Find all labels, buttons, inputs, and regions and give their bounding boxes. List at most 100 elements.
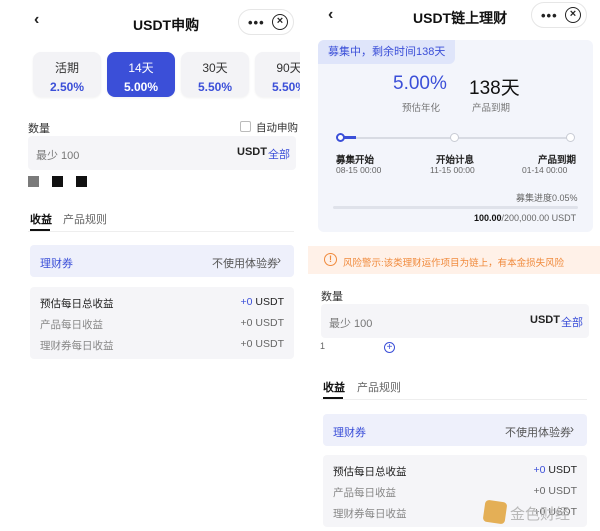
term-option-14-days[interactable]: 14天 5.00% [107, 52, 175, 97]
back-chevron-icon[interactable]: ‹ [34, 11, 39, 29]
days-to-maturity: 138天 [469, 78, 520, 99]
term-rate: 5.50% [271, 80, 300, 94]
term-name: 90天 [276, 61, 300, 75]
days-caption: 产品到期 [472, 103, 511, 114]
earnings-label: 预估每日总收益 [333, 466, 407, 478]
earnings-unit: USDT [252, 296, 284, 308]
stepper-value: 1 [320, 341, 326, 351]
earnings-row-total: 预估每日总收益 +0 USDT [333, 464, 577, 480]
mini-program-capsule: ••• × [238, 9, 294, 35]
redacted-block [52, 176, 63, 187]
term-option-30-days[interactable]: 30天 5.50% [181, 52, 249, 97]
term-rate: 5.00% [123, 80, 159, 94]
earnings-value: +0 USDT [534, 464, 577, 476]
product-info-card: 募集中，剩余时间138天 5.00% 预估年化 138天 产品到期 募集开始 0… [318, 40, 593, 232]
earnings-unit: USDT [545, 464, 577, 476]
redacted-block [28, 176, 39, 187]
milestone-name: 开始计息 [436, 155, 475, 166]
back-chevron-icon[interactable]: ‹ [328, 6, 333, 24]
earnings-value: +0 USDT [241, 296, 284, 308]
amount-label: 数量 [28, 123, 50, 135]
term-option-flexible[interactable]: 活期 2.50% [33, 52, 101, 97]
coupon-label: 理财券 [40, 258, 73, 270]
close-icon[interactable]: × [565, 7, 581, 23]
watermark-logo-icon [482, 499, 508, 525]
tab-product-rules[interactable]: 产品规则 [357, 379, 401, 395]
tab-earnings[interactable]: 收益 [323, 379, 345, 395]
term-rate: 5.50% [197, 80, 233, 94]
currency-unit: USDT [237, 146, 267, 158]
auto-subscribe-checkbox[interactable] [240, 121, 251, 132]
term-option-90-days[interactable]: 90天 5.50% [255, 52, 300, 97]
right-screen: ‹ USDT链上理财 ••• × 募集中，剩余时间138天 5.00% 预估年化… [308, 0, 600, 531]
milestone-name: 产品到期 [538, 155, 577, 166]
timeline-node-start [336, 133, 345, 142]
earnings-label: 预估每日总收益 [40, 298, 114, 310]
risk-warning-text: 风险警示:该类理财运作项目为链上，有本金损失风险 [343, 258, 565, 269]
earnings-label: 产品每日收益 [40, 319, 103, 331]
amount-label: 数量 [321, 291, 343, 303]
watermark-text: 金色财经 [510, 506, 571, 523]
earnings-row-total: 预估每日总收益 +0 USDT [40, 296, 284, 312]
milestone-date: 01-14 00:00 [522, 165, 568, 175]
coupon-selector[interactable]: 理财券 不使用体验券 › [30, 245, 294, 277]
milestone-name: 募集开始 [336, 155, 375, 166]
coupon-value: 不使用体验券 [505, 427, 571, 439]
timeline-node-interest [450, 133, 459, 142]
chevron-right-icon: › [570, 422, 574, 436]
timeline-node-maturity [566, 133, 575, 142]
amount-placeholder: 最少 100 [329, 318, 373, 330]
funding-progress-text: 募集进度0.05% [516, 193, 578, 203]
earnings-row-product: 产品每日收益 +0 USDT [333, 485, 577, 501]
page-title: USDT申购 [133, 17, 200, 33]
amount-placeholder: 最少 100 [36, 150, 80, 162]
earnings-value: +0 USDT [240, 338, 284, 350]
currency-unit: USDT [530, 314, 560, 326]
tab-divider [321, 399, 587, 400]
right-nav-bar: ‹ USDT链上理财 ••• × [308, 0, 600, 44]
term-name: 14天 [128, 61, 154, 75]
max-amount-button[interactable]: 全部 [561, 314, 583, 330]
funding-amount: 100.00/200,000.00 USDT [474, 213, 576, 223]
funding-progress-bar [333, 206, 578, 209]
earnings-label: 理财券每日收益 [333, 508, 407, 520]
target-amount: /200,000.00 USDT [501, 213, 577, 223]
left-nav-bar: ‹ USDT申购 ••• × [0, 0, 300, 44]
auto-subscribe-label: 自动申购 [256, 122, 298, 134]
more-icon[interactable]: ••• [541, 8, 558, 23]
earnings-label: 理财券每日收益 [40, 340, 114, 352]
term-name: 30天 [202, 61, 228, 75]
source-watermark: 金色财经 [482, 499, 594, 525]
raised-amount: 100.00 [474, 213, 502, 223]
expected-annual-rate: 5.00% [393, 73, 447, 94]
max-amount-button[interactable]: 全部 [268, 146, 290, 162]
earnings-amount: +0 [533, 464, 546, 476]
amount-input[interactable]: 最少 100 USDT 全部 [321, 304, 589, 338]
warning-icon: ! [324, 253, 337, 266]
more-icon[interactable]: ••• [248, 15, 265, 30]
earnings-value: +0 USDT [240, 317, 284, 329]
chevron-right-icon: › [277, 253, 281, 267]
tab-earnings[interactable]: 收益 [30, 211, 52, 227]
earnings-summary: 预估每日总收益 +0 USDT 产品每日收益 +0 USDT 理财券每日收益 +… [30, 287, 294, 359]
coupon-selector[interactable]: 理财券 不使用体验券 › [323, 414, 587, 446]
tab-product-rules[interactable]: 产品规则 [63, 211, 107, 227]
term-rate: 2.50% [49, 80, 85, 94]
tab-divider [28, 231, 294, 232]
page-title: USDT链上理财 [413, 10, 508, 26]
earnings-amount: +0 [240, 296, 253, 308]
close-icon[interactable]: × [272, 14, 288, 30]
coupon-value: 不使用体验券 [212, 258, 278, 270]
redacted-block [76, 176, 87, 187]
rate-caption: 预估年化 [402, 103, 441, 114]
status-badge: 募集中，剩余时间138天 [318, 40, 456, 64]
milestone-date: 08-15 00:00 [336, 165, 382, 175]
mini-program-capsule: ••• × [531, 2, 587, 28]
risk-warning-banner: ! 风险警示:该类理财运作项目为链上，有本金损失风险 [308, 246, 600, 274]
plus-circle-icon[interactable]: + [384, 342, 395, 353]
amount-input[interactable]: 最少 100 USDT 全部 [28, 136, 296, 170]
earnings-row-product: 产品每日收益 +0 USDT [40, 317, 284, 333]
coupon-label: 理财券 [333, 427, 366, 439]
earnings-label: 产品每日收益 [333, 487, 396, 499]
earnings-value: +0 USDT [533, 485, 577, 497]
